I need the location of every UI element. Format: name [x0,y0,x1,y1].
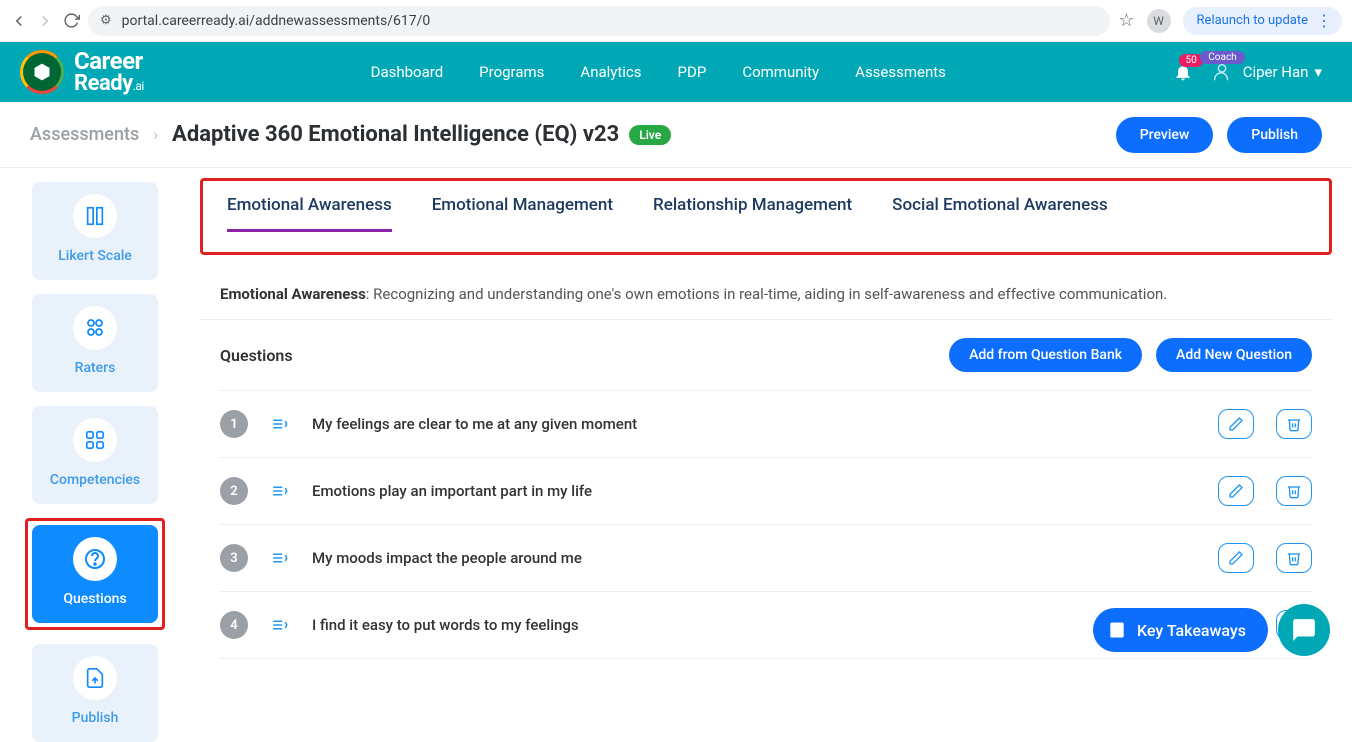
address-bar[interactable]: ⚙ portal.careerready.ai/addnewassessment… [88,6,1110,36]
competencies-icon [73,418,117,462]
question-row: 2 Emotions play an important part in my l… [220,457,1312,524]
role-badge: Coach [1200,51,1244,64]
publish-icon [73,656,117,700]
notifications-button[interactable]: 50 [1173,62,1193,82]
add-from-bank-button[interactable]: Add from Question Bank [949,338,1142,372]
edit-question-button[interactable] [1218,476,1254,506]
bookmark-icon[interactable]: ☆ [1118,10,1134,31]
add-new-question-button[interactable]: Add New Question [1156,338,1312,372]
delete-question-button[interactable] [1276,409,1312,439]
preview-button[interactable]: Preview [1116,117,1214,153]
tab-social-emotional-awareness[interactable]: Social Emotional Awareness [892,195,1108,232]
profile-avatar[interactable]: W [1147,9,1171,33]
site-header: Career Ready.ai Dashboard Programs Analy… [0,42,1352,102]
breadcrumb[interactable]: Assessments [30,124,139,145]
raters-icon [73,306,117,350]
chat-fab[interactable] [1278,604,1330,656]
drag-handle-icon[interactable] [270,482,290,500]
question-number: 4 [220,611,248,639]
nav-programs[interactable]: Programs [479,63,544,81]
competency-tabs-highlight: Emotional Awareness Emotional Management… [200,178,1332,255]
edit-question-button[interactable] [1218,409,1254,439]
question-number: 2 [220,477,248,505]
sidebar-item-likert[interactable]: Likert Scale [32,182,158,280]
nav-community[interactable]: Community [742,63,819,81]
browser-chrome: ⚙ portal.careerready.ai/addnewassessment… [0,0,1352,42]
sidebar-item-questions[interactable]: Questions [32,525,158,623]
question-number: 1 [220,410,248,438]
drag-handle-icon[interactable] [270,415,290,433]
tab-emotional-management[interactable]: Emotional Management [432,195,613,232]
tab-relationship-management[interactable]: Relationship Management [653,195,852,232]
question-text: Emotions play an important part in my li… [312,482,1196,500]
drag-handle-icon[interactable] [270,549,290,567]
publish-button[interactable]: Publish [1227,117,1322,153]
user-profile-menu[interactable]: Coach Ciper Han▾ [1211,61,1322,83]
drag-handle-icon[interactable] [270,616,290,634]
chat-icon [1291,617,1317,643]
page-header: Assessments › Adaptive 360 Emotional Int… [0,102,1352,168]
nav-pdp[interactable]: PDP [678,63,707,81]
note-icon [1107,620,1127,640]
kebab-icon[interactable]: ⋮ [1316,13,1332,29]
delete-question-button[interactable] [1276,543,1312,573]
back-icon[interactable] [10,12,28,30]
question-text: My feelings are clear to me at any given… [312,415,1196,433]
key-takeaways-button[interactable]: Key Takeaways [1093,608,1268,652]
chevron-down-icon: ▾ [1314,63,1322,81]
competency-description: Emotional Awareness: Recognizing and und… [200,269,1332,320]
delete-question-button[interactable] [1276,476,1312,506]
notif-count-badge: 50 [1179,54,1202,67]
primary-nav: Dashboard Programs Analytics PDP Communi… [371,63,946,81]
status-badge: Live [629,125,671,145]
likert-icon [73,194,117,238]
nav-assessments[interactable]: Assessments [855,63,946,81]
sidebar-item-publish[interactable]: Publish [32,644,158,742]
tab-emotional-awareness[interactable]: Emotional Awareness [227,195,392,232]
user-icon [1211,61,1233,83]
questions-icon [73,537,117,581]
sidebar-item-competencies[interactable]: Competencies [32,406,158,504]
nav-analytics[interactable]: Analytics [580,63,641,81]
chevron-right-icon: › [153,125,158,144]
question-number: 3 [220,544,248,572]
steps-sidebar: Likert Scale Raters Competencies Questio… [0,168,190,676]
question-row: 1 My feelings are clear to me at any give… [220,390,1312,457]
question-row: 3 My moods impact the people around me [220,524,1312,591]
reload-icon[interactable] [62,12,80,30]
main-content: Emotional Awareness Emotional Management… [190,168,1352,676]
questions-heading: Questions [220,346,293,365]
url-text: portal.careerready.ai/addnewassessments/… [122,13,431,29]
edit-question-button[interactable] [1218,543,1254,573]
relaunch-button[interactable]: Relaunch to update ⋮ [1183,7,1342,35]
nav-dashboard[interactable]: Dashboard [371,63,444,81]
brand-logo[interactable]: Career Ready.ai [20,49,144,95]
forward-icon[interactable] [36,12,54,30]
question-row: 5My moods are easily affected by externa… [220,658,1312,676]
page-title: Adaptive 360 Emotional Intelligence (EQ)… [172,122,619,147]
question-text: My moods impact the people around me [312,549,1196,567]
sidebar-item-raters[interactable]: Raters [32,294,158,392]
site-settings-icon[interactable]: ⚙ [100,13,112,28]
logo-icon [20,50,64,94]
question-text: I find it easy to put words to my feelin… [312,616,1196,634]
